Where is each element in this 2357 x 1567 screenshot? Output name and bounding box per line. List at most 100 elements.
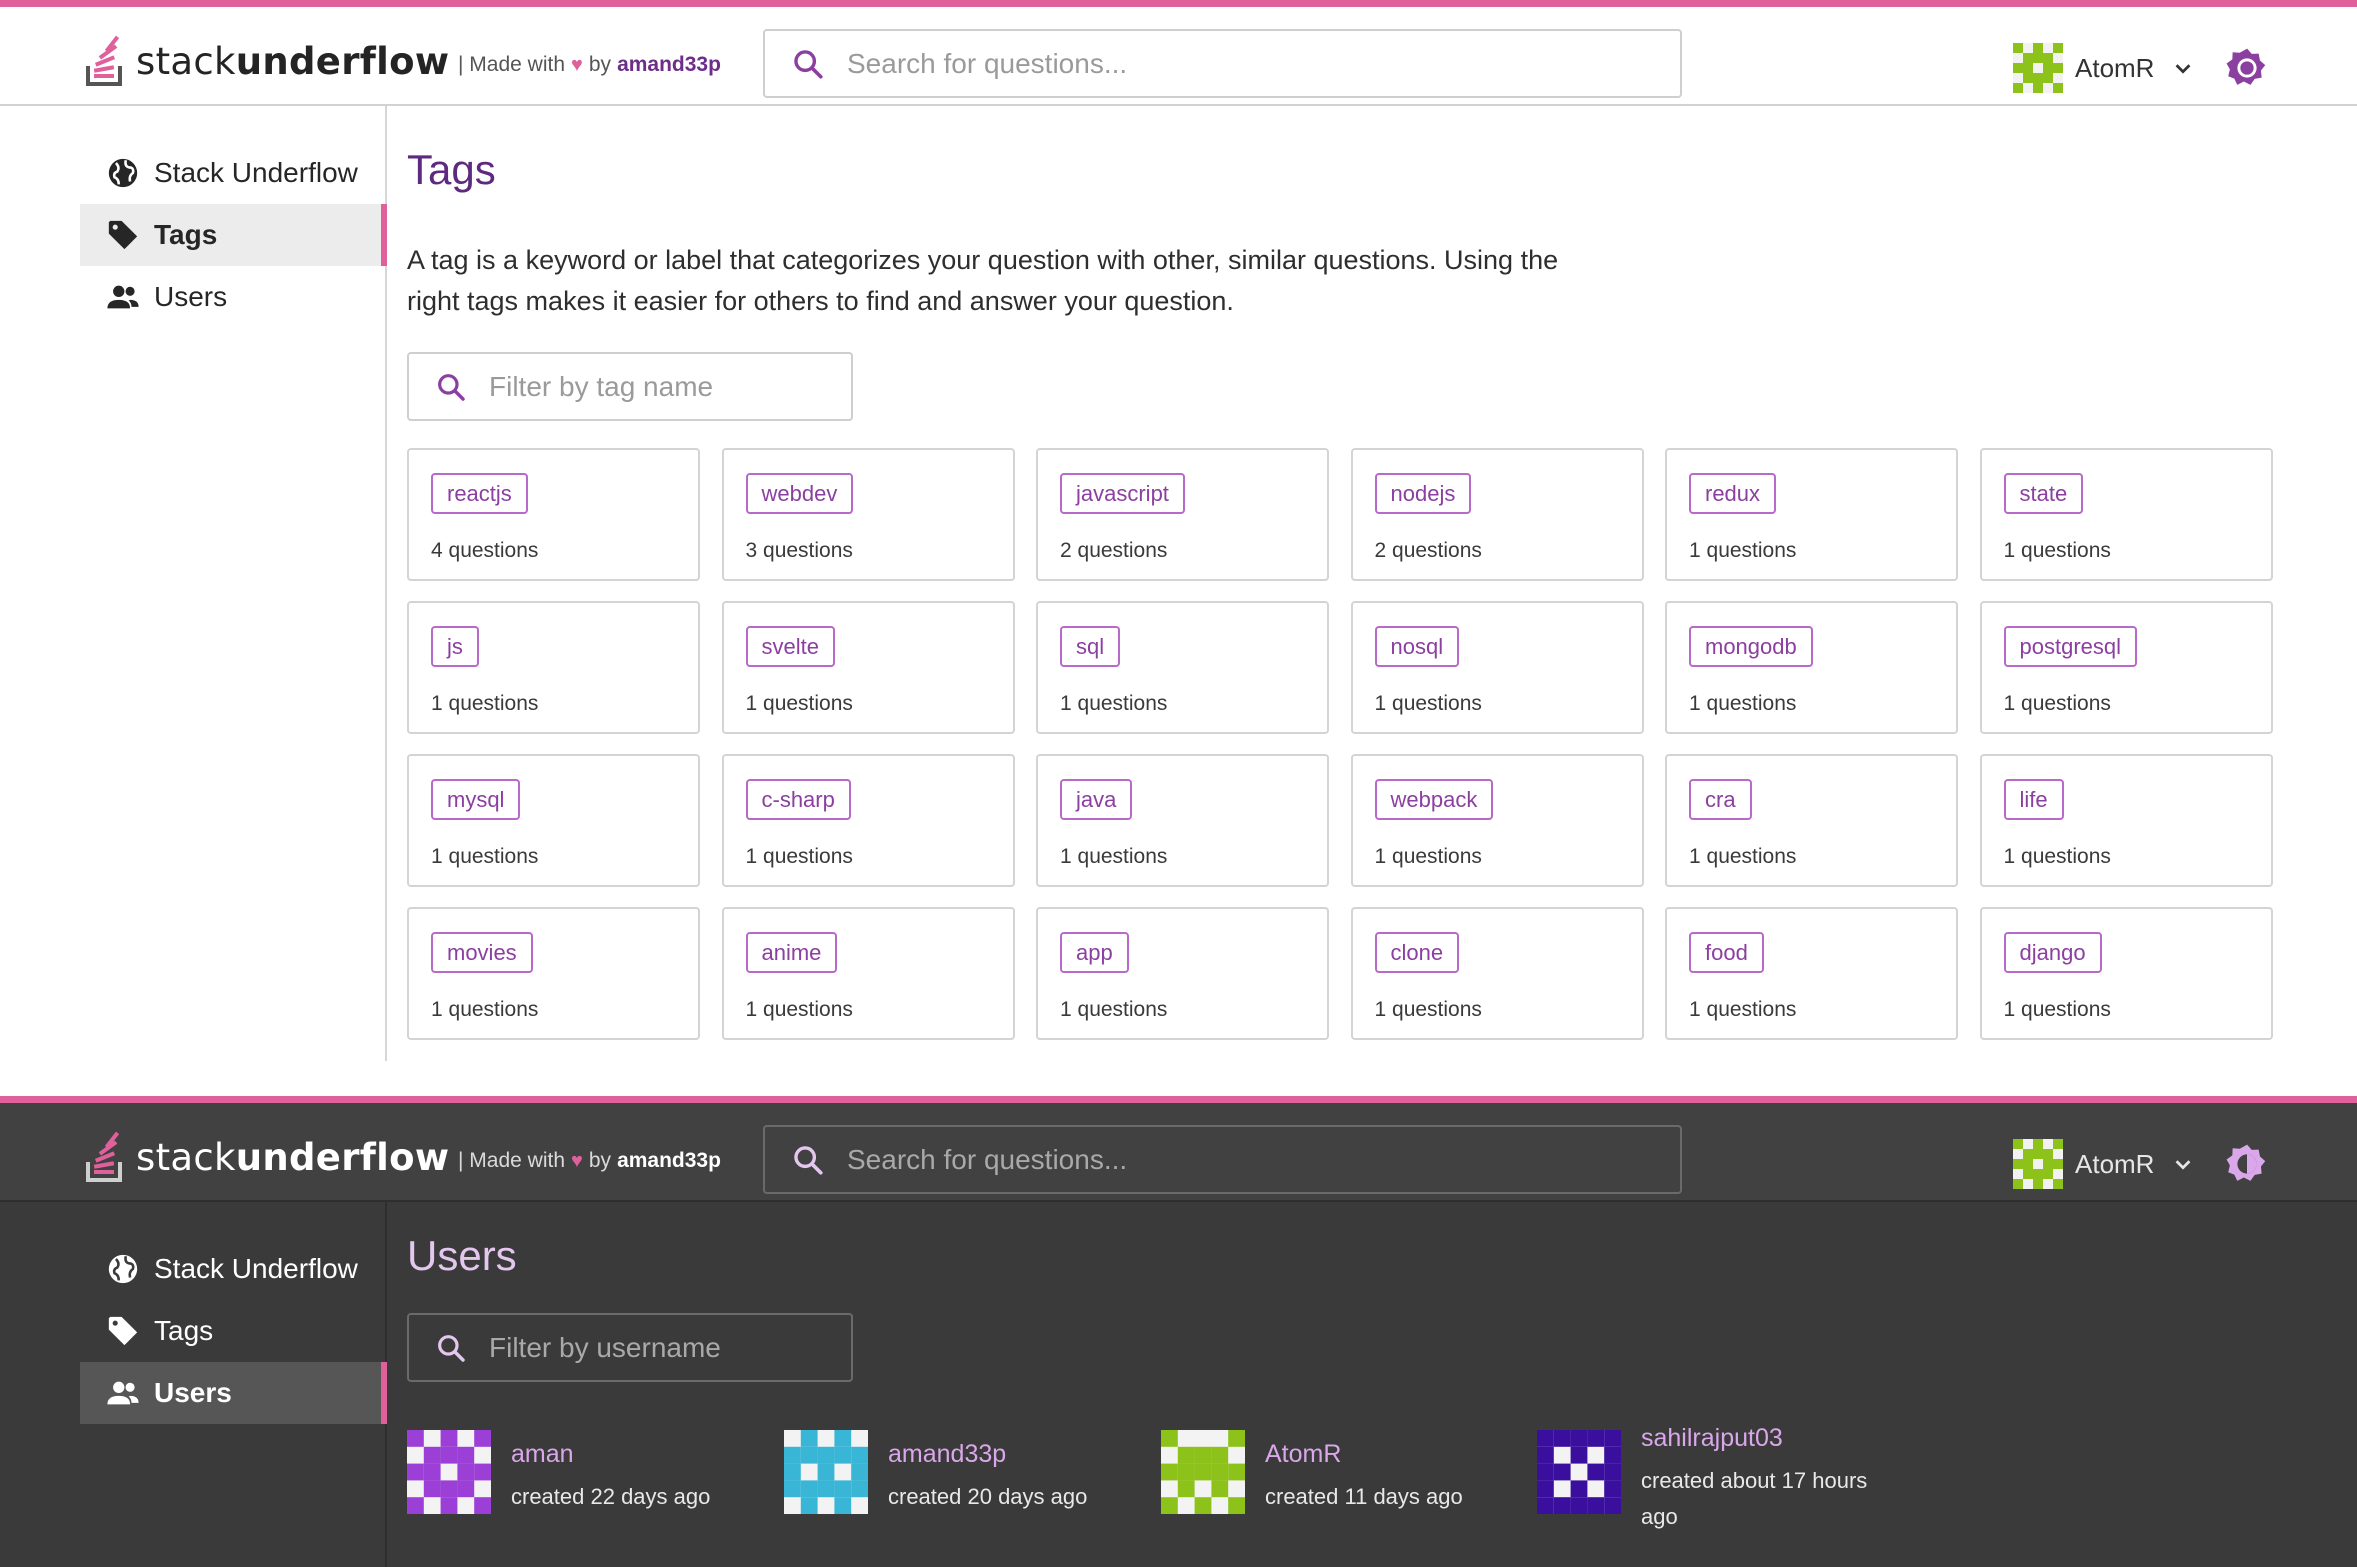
- tag-chip[interactable]: redux: [1689, 473, 1777, 514]
- search-input[interactable]: [847, 47, 1667, 80]
- globe-icon: [108, 158, 138, 188]
- tag-chip[interactable]: js: [431, 626, 479, 667]
- tag-question-count: 1 questions: [1060, 692, 1168, 715]
- tag-card: anime 1 questions: [721, 907, 1015, 1040]
- user-name-link[interactable]: amand33p: [888, 1440, 1128, 1469]
- tag-card: clone 1 questions: [1350, 907, 1644, 1040]
- sidebar-item-tags[interactable]: Tags: [80, 1300, 387, 1362]
- user-identicon-avatar[interactable]: [1161, 1430, 1245, 1514]
- tag-card: js 1 questions: [407, 601, 700, 734]
- user-identicon-avatar[interactable]: [1537, 1430, 1621, 1514]
- sidebar-item-stack-underflow[interactable]: Stack Underflow: [80, 142, 387, 204]
- tag-chip[interactable]: anime: [745, 932, 838, 973]
- search-icon: [794, 49, 823, 79]
- tag-chip[interactable]: webdev: [745, 473, 854, 514]
- question-search-box[interactable]: [763, 1125, 1682, 1194]
- stack-logo-icon: [86, 1131, 122, 1182]
- user-info: amand33p created 20 days ago: [888, 1440, 1128, 1515]
- user-created-date: created 11 days ago: [1265, 1484, 1463, 1509]
- tag-card: javascript 2 questions: [1036, 448, 1329, 581]
- tag-chip[interactable]: javascript: [1060, 473, 1185, 514]
- search-input[interactable]: [847, 1143, 1667, 1176]
- logo[interactable]: stackunderflow: [84, 1129, 449, 1185]
- search-icon: [438, 1334, 465, 1362]
- tag-chip[interactable]: postgresql: [2003, 626, 2138, 667]
- tag-card: app 1 questions: [1036, 907, 1329, 1040]
- sidebar-item-stack-underflow[interactable]: Stack Underflow: [80, 1238, 387, 1300]
- theme-toggle-icon[interactable]: [2226, 1143, 2268, 1185]
- author-link[interactable]: amand33p: [617, 1149, 721, 1173]
- tag-chip[interactable]: sql: [1060, 626, 1121, 667]
- tag-chip[interactable]: movies: [431, 932, 533, 973]
- username-label: AtomR: [2075, 1148, 2155, 1179]
- tag-icon: [108, 1316, 138, 1346]
- tag-chip[interactable]: reactjs: [431, 473, 528, 514]
- tag-filter-input[interactable]: [489, 370, 839, 403]
- tag-chip[interactable]: mongodb: [1689, 626, 1813, 667]
- made-with-credit: | Made with ♥ by amand33p: [458, 53, 721, 77]
- tag-chip[interactable]: state: [2003, 473, 2084, 514]
- tag-question-count: 1 questions: [1374, 845, 1482, 868]
- tag-filter-box[interactable]: [407, 352, 853, 421]
- tag-question-count: 2 questions: [1060, 539, 1168, 562]
- tag-chip[interactable]: django: [2003, 932, 2102, 973]
- tag-question-count: 1 questions: [2003, 845, 2111, 868]
- sidebar-item-users[interactable]: Users: [80, 1362, 387, 1424]
- tag-card: webdev 3 questions: [721, 448, 1015, 581]
- author-link[interactable]: amand33p: [617, 53, 721, 77]
- chevron-down-icon: [2176, 64, 2191, 74]
- tag-chip[interactable]: app: [1060, 932, 1129, 973]
- tag-question-count: 1 questions: [1689, 998, 1797, 1021]
- tag-card: movies 1 questions: [407, 907, 700, 1040]
- stack-logo-icon: [86, 35, 122, 86]
- logo-text: stackunderflow: [136, 39, 450, 83]
- user-created-date: created 22 days ago: [511, 1484, 711, 1509]
- tag-card: webpack 1 questions: [1350, 754, 1644, 887]
- user-name-link[interactable]: aman: [511, 1440, 751, 1469]
- logo-text: stackunderflow: [136, 1135, 450, 1179]
- heart-icon: ♥: [571, 53, 583, 76]
- user-created-date: created about 17 hours ago: [1641, 1468, 1868, 1529]
- user-info: AtomR created 11 days ago: [1265, 1440, 1505, 1515]
- tag-chip[interactable]: nosql: [1374, 626, 1460, 667]
- tag-card: life 1 questions: [1979, 754, 2273, 887]
- tag-chip[interactable]: cra: [1689, 779, 1752, 820]
- tag-chip[interactable]: webpack: [1374, 779, 1494, 820]
- theme-toggle-icon[interactable]: [2226, 47, 2268, 89]
- user-name-link[interactable]: AtomR: [1265, 1440, 1505, 1469]
- tag-card: django 1 questions: [1979, 907, 2273, 1040]
- tag-question-count: 1 questions: [745, 998, 853, 1021]
- tag-icon: [108, 220, 138, 250]
- logo[interactable]: stackunderflow: [84, 33, 449, 89]
- tag-card: java 1 questions: [1036, 754, 1329, 887]
- tag-chip[interactable]: svelte: [745, 626, 835, 667]
- user-menu[interactable]: AtomR: [2013, 1139, 2194, 1189]
- username-filter-input[interactable]: [489, 1331, 839, 1364]
- tag-chip[interactable]: life: [2003, 779, 2064, 820]
- tag-card: state 1 questions: [1979, 448, 2273, 581]
- user-menu[interactable]: AtomR: [2013, 43, 2194, 93]
- tag-question-count: 1 questions: [431, 998, 539, 1021]
- tag-chip[interactable]: java: [1060, 779, 1133, 820]
- tag-chip[interactable]: mysql: [431, 779, 521, 820]
- username-filter-box[interactable]: [407, 1313, 853, 1382]
- sidebar: Stack Underflow Tags Users: [0, 106, 387, 1061]
- tag-chip[interactable]: nodejs: [1374, 473, 1472, 514]
- tag-chip[interactable]: c-sharp: [745, 779, 851, 820]
- tag-card: reactjs 4 questions: [407, 448, 700, 581]
- tag-question-count: 1 questions: [2003, 539, 2111, 562]
- tag-question-count: 1 questions: [431, 692, 539, 715]
- tags-page-light: stackunderflow | Made with ♥ by amand33p…: [0, 0, 2357, 1096]
- user-name-link[interactable]: sahilrajput03: [1641, 1424, 1891, 1453]
- tags-description: A tag is a keyword or label that categor…: [407, 245, 1559, 316]
- user-identicon-avatar[interactable]: [407, 1430, 491, 1514]
- user-info: sahilrajput03 created about 17 hours ago: [1641, 1424, 1891, 1535]
- sidebar-item-tags[interactable]: Tags: [80, 204, 387, 266]
- tag-question-count: 4 questions: [431, 539, 539, 562]
- user-identicon-avatar[interactable]: [784, 1430, 868, 1514]
- tag-chip[interactable]: clone: [1374, 932, 1460, 973]
- tag-chip[interactable]: food: [1689, 932, 1764, 973]
- heart-icon: ♥: [571, 1149, 583, 1172]
- sidebar-item-users[interactable]: Users: [80, 266, 387, 328]
- question-search-box[interactable]: [763, 29, 1682, 98]
